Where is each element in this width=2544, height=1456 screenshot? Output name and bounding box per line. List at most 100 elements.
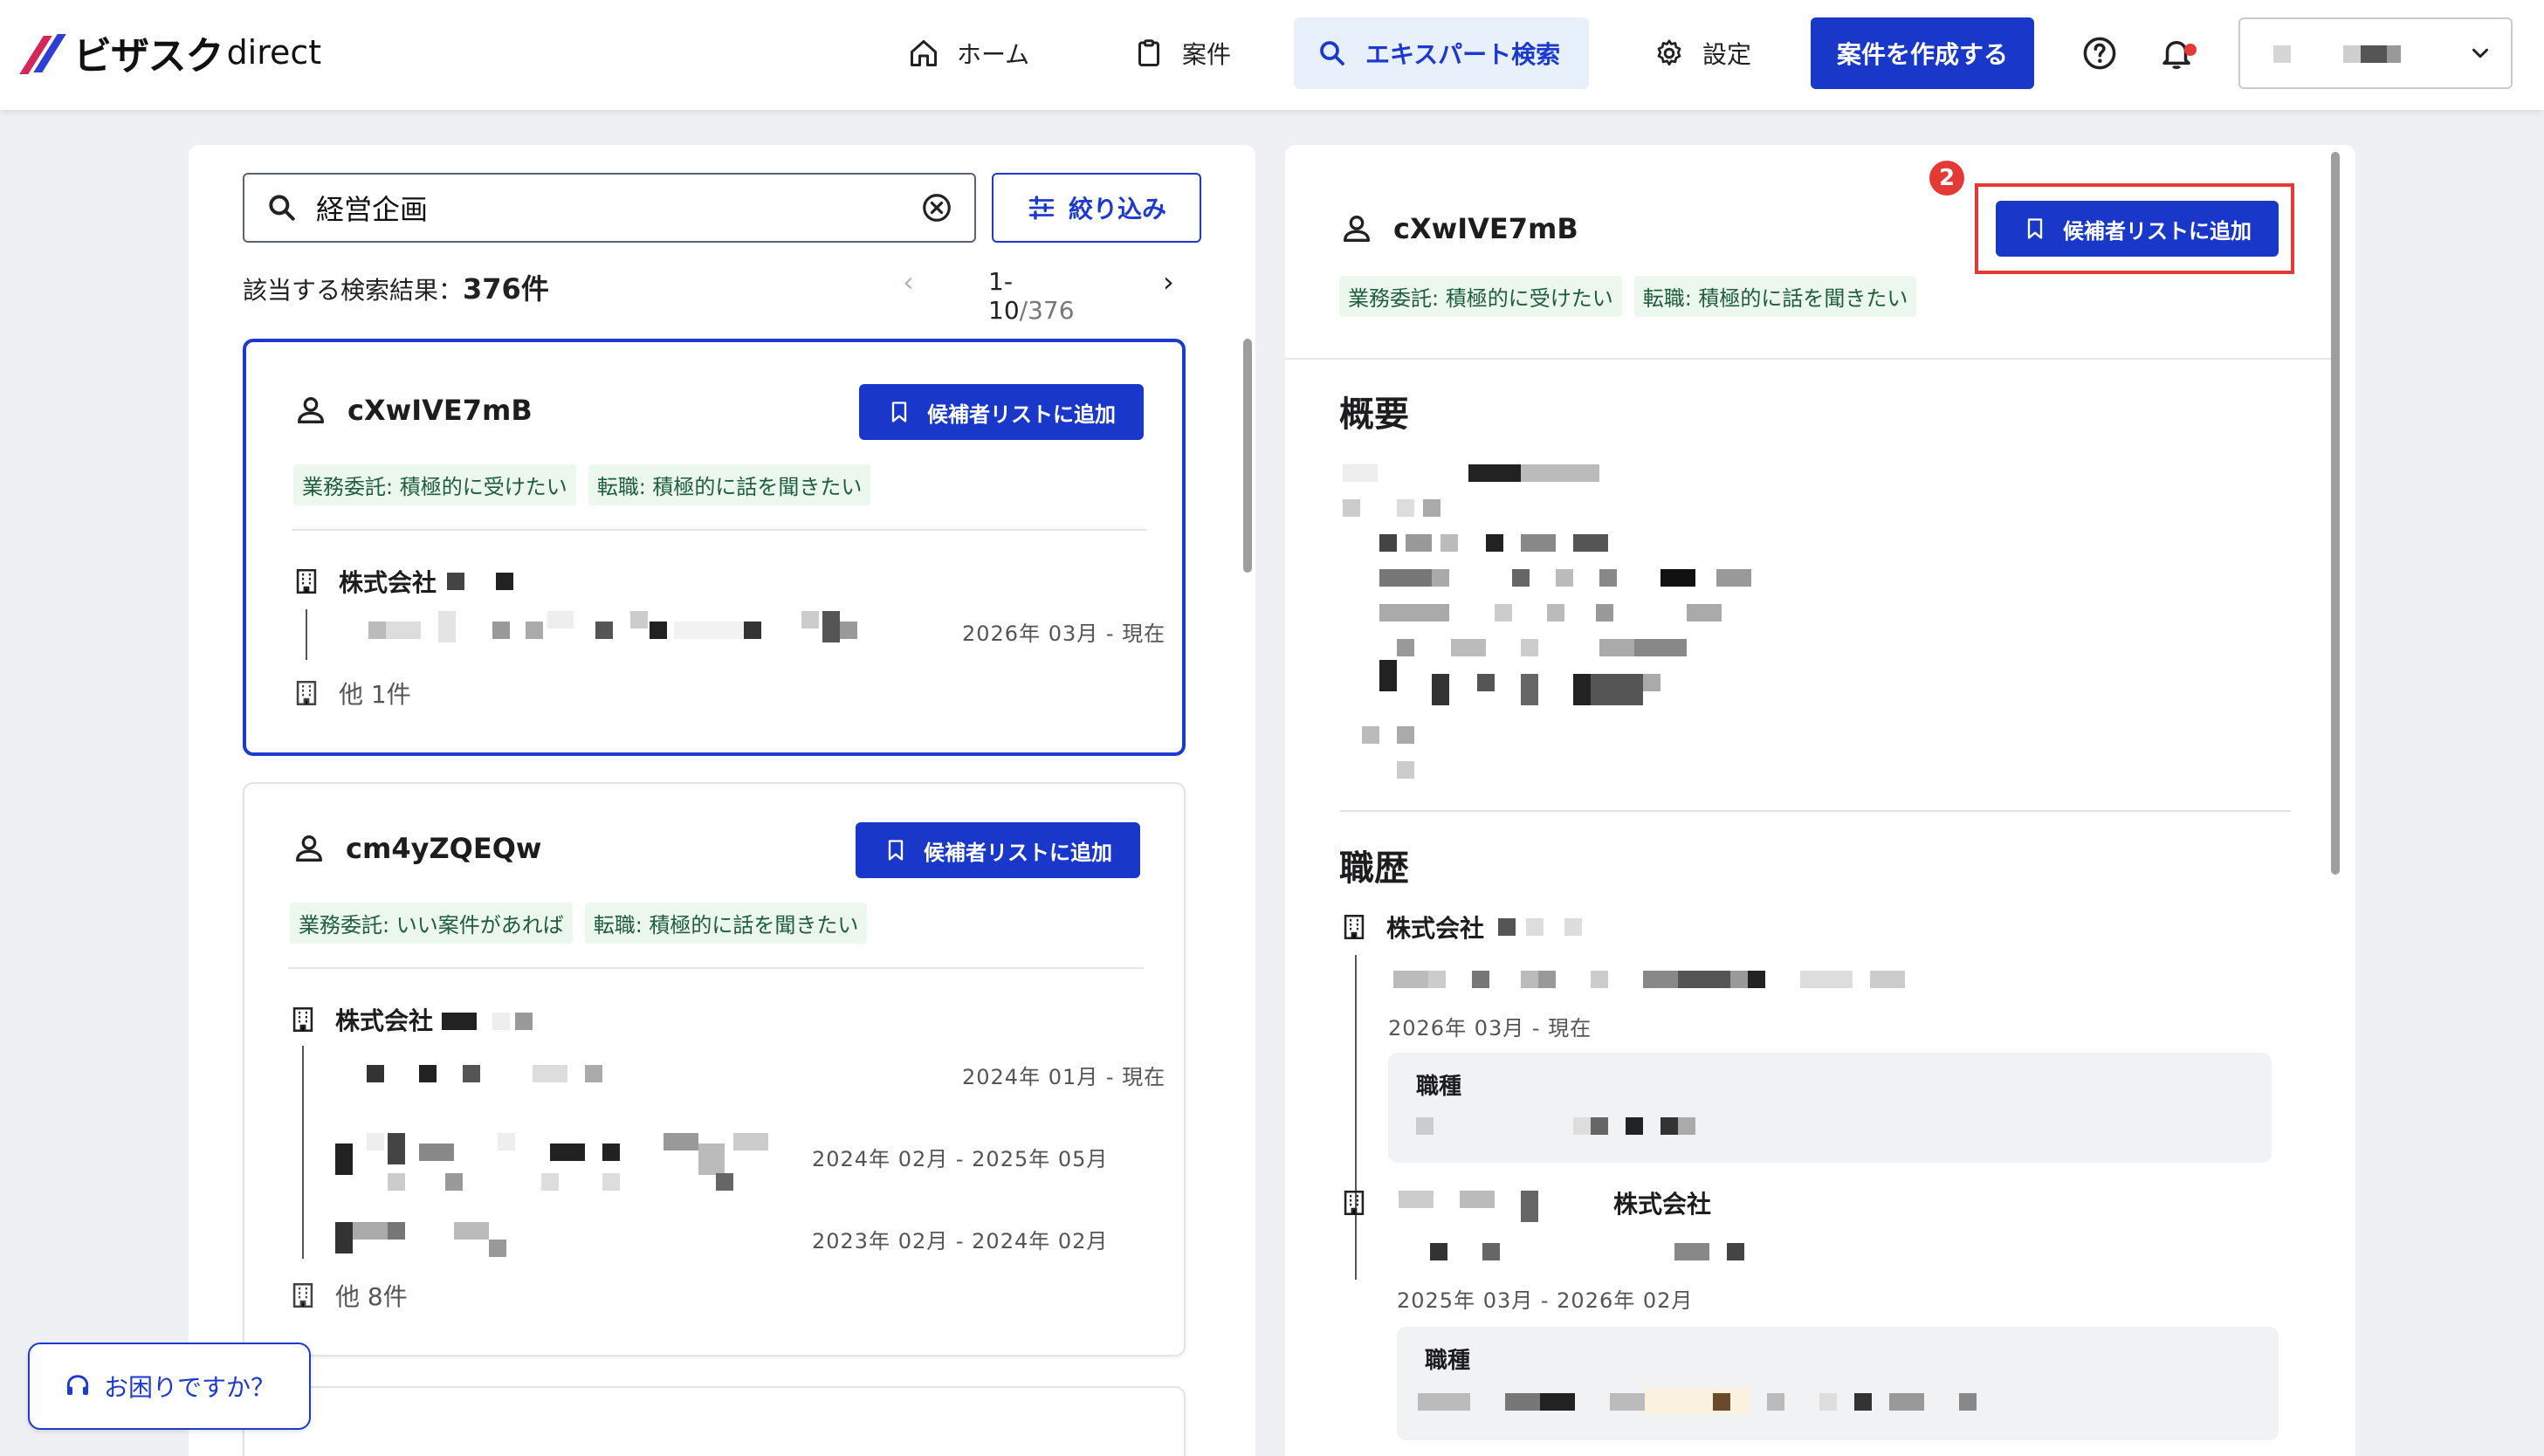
logo-mark-icon	[19, 32, 66, 74]
building-icon	[1344, 1190, 1365, 1216]
add-to-candidates-button[interactable]: 候補者リストに追加	[856, 822, 1140, 878]
bookmark-icon	[891, 402, 907, 422]
period-text: 2024年 01月 - 現在	[962, 1065, 1166, 1089]
building-icon	[296, 568, 317, 594]
role-label: 職種	[1416, 1074, 1462, 1100]
expert-card[interactable]: cXwIVE7mB 候補者リストに追加 業務委託: 積極的に受けたい 転職: 積…	[243, 339, 1186, 756]
period-text: 2026年 03月 - 現在	[962, 622, 1166, 646]
career-heading: 職歴	[1339, 848, 1409, 889]
overview-heading: 概要	[1339, 395, 1409, 435]
search-icon	[269, 195, 295, 221]
account-selector[interactable]	[2238, 17, 2513, 89]
divider	[288, 967, 1144, 969]
expert-card[interactable]	[243, 1386, 1186, 1456]
results-scrollbar[interactable]	[1243, 339, 1252, 573]
nav-home-label: ホーム	[957, 40, 1030, 69]
redacted-block	[2361, 45, 2387, 63]
building-icon	[292, 1282, 313, 1308]
company-row: 株式会社	[288, 1002, 433, 1037]
prev-page-button[interactable]: ‹	[903, 265, 914, 299]
result-prefix: 該当する検索結果：	[243, 276, 464, 305]
nav-projects[interactable]: 案件	[1110, 17, 1254, 89]
brand-logo[interactable]: ビザスク direct	[19, 26, 321, 79]
bookmark-icon	[2027, 218, 2043, 239]
role-box: 職種	[1388, 1053, 2272, 1163]
nav-home[interactable]: ホーム	[885, 17, 1052, 89]
nav-expert-search-label: エキスパート検索	[1365, 40, 1561, 69]
top-header: ビザスク direct ホーム 案件 エキスパート検索 設定 案件を作成する	[0, 0, 2544, 110]
redacted-block	[2273, 45, 2291, 63]
expert-detail-panel: cXwIVE7mB 2 候補者リストに追加 業務委託: 積極的に受けたい 転職:…	[1285, 145, 2355, 1456]
brand-name-jp: ビザスク	[73, 34, 224, 79]
search-input[interactable]: 経営企画	[243, 173, 976, 243]
others-count[interactable]: 他 8件	[288, 1278, 408, 1313]
add-to-candidates-label: 候補者リストに追加	[2063, 218, 2252, 244]
nav-expert-search[interactable]: エキスパート検索	[1294, 17, 1589, 89]
page-range-total: /376	[1019, 296, 1075, 325]
person-icon	[1344, 216, 1370, 242]
expert-name: cm4yZQEQw	[346, 832, 542, 865]
expert-name: cXwIVE7mB	[347, 394, 533, 427]
step-badge: 2	[1929, 161, 1964, 196]
timeline-line	[302, 1046, 304, 1259]
gear-icon	[1657, 39, 1681, 66]
divider	[1339, 810, 2291, 812]
create-project-button[interactable]: 案件を作成する	[1811, 17, 2034, 89]
company-name: 株式会社	[1613, 1190, 1712, 1219]
status-tag: 転職: 積極的に話を聞きたい	[588, 464, 871, 505]
search-query: 経営企画	[316, 193, 429, 226]
home-icon	[911, 40, 937, 66]
nav-settings-label: 設定	[1702, 40, 1752, 69]
search-results-panel: 経営企画 絞り込み 該当する検索結果：376件 ‹ 1-10/376 › cXw…	[189, 145, 1255, 1456]
expert-card[interactable]: cm4yZQEQw 候補者リストに追加 業務委託: いい案件があれば 転職: 積…	[243, 782, 1186, 1356]
sliders-icon	[1028, 196, 1055, 220]
role-label: 職種	[1425, 1348, 1471, 1374]
expert-name-row: cXwIVE7mB	[293, 393, 533, 428]
career-company-row: 株式会社	[1339, 910, 1484, 944]
status-tag: 転職: 積極的に話を聞きたい	[1633, 276, 1917, 317]
add-to-candidates-label: 候補者リストに追加	[924, 840, 1112, 865]
tag-list: 業務委託: いい案件があれば 転職: 積極的に話を聞きたい	[290, 903, 868, 944]
search-icon	[1320, 41, 1344, 65]
result-count: 該当する検索結果：376件	[243, 267, 549, 307]
help-chat-button[interactable]: お困りですか？	[28, 1343, 311, 1430]
redacted-block	[2387, 45, 2401, 63]
help-circle-icon[interactable]	[2081, 35, 2118, 72]
period-text: 2024年 02月 - 2025年 05月	[812, 1147, 1109, 1171]
filter-button[interactable]: 絞り込み	[992, 173, 1201, 243]
detail-add-to-candidates-button[interactable]: 候補者リストに追加	[1996, 201, 2279, 257]
role-box: 職種	[1397, 1327, 2279, 1440]
company-row: 株式会社	[292, 564, 437, 599]
company-name: 株式会社	[1386, 914, 1485, 943]
detail-tag-list: 業務委託: 積極的に受けたい 転職: 積極的に話を聞きたい	[1339, 276, 1917, 317]
status-tag: 転職: 積極的に話を聞きたい	[584, 903, 868, 944]
result-number: 376件	[463, 272, 549, 306]
nav-settings[interactable]: 設定	[1631, 17, 1774, 89]
detail-expert-name: cXwIVE7mB	[1393, 212, 1578, 245]
status-tag: 業務委託: いい案件があれば	[290, 903, 573, 944]
add-to-candidates-button[interactable]: 候補者リストに追加	[859, 384, 1144, 440]
next-page-button[interactable]: ›	[1163, 265, 1174, 299]
help-label: お困りですか？	[103, 1373, 275, 1402]
person-icon	[298, 397, 324, 423]
nav-projects-label: 案件	[1182, 40, 1232, 69]
divider	[292, 529, 1147, 531]
bookmark-icon	[888, 840, 904, 861]
others-label: 他 8件	[335, 1282, 408, 1311]
building-icon	[292, 1006, 313, 1033]
clear-icon[interactable]	[920, 191, 953, 224]
others-label: 他 1件	[339, 680, 411, 709]
detail-scrollbar[interactable]	[2331, 152, 2340, 875]
add-to-candidates-label: 候補者リストに追加	[927, 402, 1116, 427]
expert-name-row: cm4yZQEQw	[292, 831, 541, 866]
timeline-line	[1355, 955, 1357, 1280]
period-text: 2025年 03月 - 2026年 02月	[1397, 1288, 1694, 1313]
filter-label: 絞り込み	[1068, 195, 1166, 223]
timeline-line	[306, 609, 307, 660]
status-tag: 業務委託: 積極的に受けたい	[293, 464, 576, 505]
clipboard-icon	[1138, 39, 1159, 66]
building-icon	[296, 680, 317, 706]
page-range-current: 1-10	[988, 267, 1020, 325]
others-count[interactable]: 他 1件	[292, 676, 411, 711]
company-name: 株式会社	[335, 1006, 434, 1035]
